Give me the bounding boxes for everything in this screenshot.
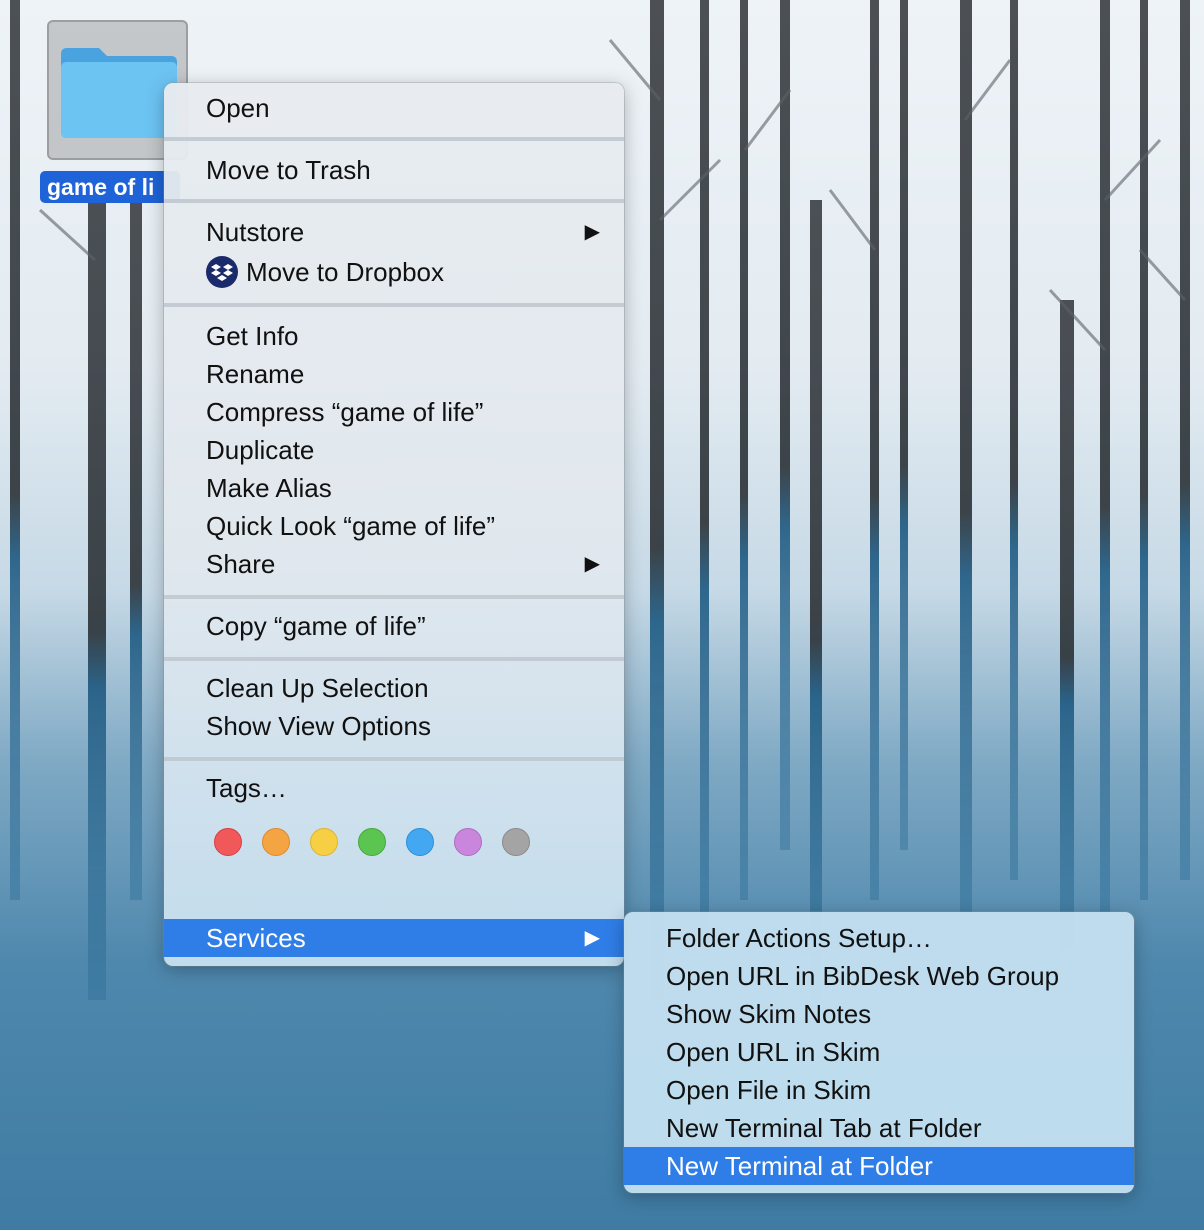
- menu-separator: [164, 657, 624, 661]
- submenu-arrow-icon: ▶: [584, 553, 600, 575]
- menu-separator: [164, 199, 624, 203]
- menu-item-label: New Terminal Tab at Folder: [666, 1113, 982, 1143]
- menu-item-services[interactable]: Services ▶: [164, 919, 624, 957]
- menu-item-label: Copy “game of life”: [206, 611, 426, 641]
- menu-item-label: Show Skim Notes: [666, 999, 872, 1029]
- folder-glyph-icon: [61, 48, 177, 138]
- menu-item-tags[interactable]: Tags…: [164, 769, 624, 807]
- context-menu: Open Move to Trash Nutstore ▶ Move to Dr…: [164, 83, 624, 966]
- service-item-folder-actions-setup[interactable]: Folder Actions Setup…: [624, 919, 1134, 957]
- menu-item-label: Folder Actions Setup…: [666, 923, 932, 953]
- service-item-new-terminal-tab[interactable]: New Terminal Tab at Folder: [624, 1109, 1134, 1147]
- menu-item-label: Open File in Skim: [666, 1075, 872, 1105]
- menu-item-label: Move to Trash: [206, 155, 371, 185]
- tag-purple-dot[interactable]: [454, 828, 482, 856]
- menu-item-label: Rename: [206, 359, 305, 389]
- menu-item-copy[interactable]: Copy “game of life”: [164, 607, 624, 645]
- menu-item-make-alias[interactable]: Make Alias: [164, 469, 624, 507]
- service-item-new-terminal[interactable]: New Terminal at Folder: [624, 1147, 1134, 1185]
- menu-item-label: Show View Options: [206, 711, 431, 741]
- menu-item-rename[interactable]: Rename: [164, 355, 624, 393]
- menu-separator: [164, 137, 624, 141]
- tag-red-dot[interactable]: [214, 828, 242, 856]
- menu-item-label: Move to Dropbox: [246, 257, 444, 287]
- tag-orange-dot[interactable]: [262, 828, 290, 856]
- menu-item-label: Duplicate: [206, 435, 315, 465]
- menu-item-nutstore[interactable]: Nutstore ▶: [164, 213, 624, 251]
- menu-item-label: Open URL in BibDesk Web Group: [666, 961, 1060, 991]
- menu-item-clean-up-selection[interactable]: Clean Up Selection: [164, 669, 624, 707]
- menu-separator: [164, 757, 624, 761]
- services-submenu: Folder Actions Setup… Open URL in BibDes…: [624, 912, 1134, 1193]
- menu-item-move-to-dropbox[interactable]: Move to Dropbox: [164, 253, 624, 291]
- service-item-open-url-skim[interactable]: Open URL in Skim: [624, 1033, 1134, 1071]
- tag-gray-dot[interactable]: [502, 828, 530, 856]
- menu-item-label: Quick Look “game of life”: [206, 511, 496, 541]
- menu-item-show-view-options[interactable]: Show View Options: [164, 707, 624, 745]
- menu-item-quick-look[interactable]: Quick Look “game of life”: [164, 507, 624, 545]
- desktop: game of li Open Move to Trash Nutstore ▶: [0, 0, 1204, 1230]
- service-item-show-skim-notes[interactable]: Show Skim Notes: [624, 995, 1134, 1033]
- menu-item-label: New Terminal at Folder: [666, 1151, 933, 1181]
- folder-name-label[interactable]: game of li: [40, 171, 180, 203]
- menu-item-label: Make Alias: [206, 473, 332, 503]
- menu-separator: [164, 595, 624, 599]
- menu-item-label: Nutstore: [206, 217, 305, 247]
- tag-green-dot[interactable]: [358, 828, 386, 856]
- submenu-arrow-icon: ▶: [584, 927, 600, 949]
- tag-yellow-dot[interactable]: [310, 828, 338, 856]
- menu-item-get-info[interactable]: Get Info: [164, 317, 624, 355]
- dropbox-icon: [206, 256, 238, 288]
- menu-item-move-to-trash[interactable]: Move to Trash: [164, 151, 624, 189]
- service-item-open-file-skim[interactable]: Open File in Skim: [624, 1071, 1134, 1109]
- menu-item-label: Tags…: [206, 773, 287, 803]
- menu-item-share[interactable]: Share ▶: [164, 545, 624, 583]
- service-item-open-url-bibdesk[interactable]: Open URL in BibDesk Web Group: [624, 957, 1134, 995]
- menu-item-label: Services: [206, 923, 306, 953]
- menu-item-label: Clean Up Selection: [206, 673, 429, 703]
- menu-item-label: Compress “game of life”: [206, 397, 484, 427]
- submenu-arrow-icon: ▶: [584, 221, 600, 243]
- menu-item-duplicate[interactable]: Duplicate: [164, 431, 624, 469]
- menu-separator: [164, 303, 624, 307]
- menu-item-compress[interactable]: Compress “game of life”: [164, 393, 624, 431]
- tag-blue-dot[interactable]: [406, 828, 434, 856]
- menu-item-label: Share: [206, 549, 276, 579]
- menu-item-label: Open: [206, 93, 270, 123]
- menu-item-label: Get Info: [206, 321, 299, 351]
- menu-item-open[interactable]: Open: [164, 89, 624, 127]
- menu-item-label: Open URL in Skim: [666, 1037, 881, 1067]
